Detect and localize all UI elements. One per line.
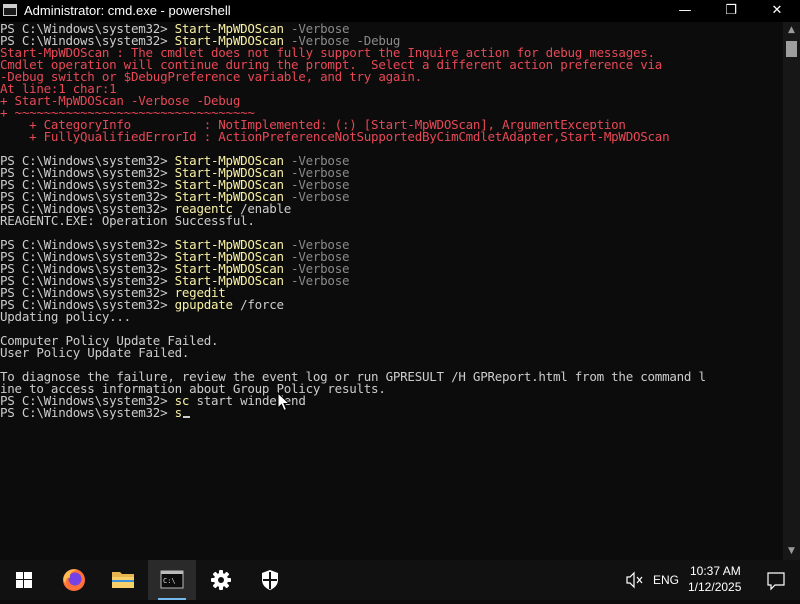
taskbar: C:\ ENG 10:37 AM 1/12/2025 [0, 560, 800, 600]
notification-icon [767, 572, 785, 591]
terminal-text: -Verbose [283, 189, 350, 204]
terminal-text: PS C:\Windows\system32> [0, 405, 175, 420]
terminal-output[interactable]: PS C:\Windows\system32> Start-MpWDOScan … [0, 22, 783, 560]
text-cursor [182, 416, 190, 418]
window-titlebar[interactable]: Administrator: cmd.exe - powershell — ❐ … [0, 0, 800, 22]
taskbar-firefox[interactable] [50, 560, 98, 600]
muted-speaker-icon [626, 571, 643, 589]
terminal-text: + FullyQualifiedErrorId : ActionPreferen… [0, 129, 670, 144]
terminal-text: s [174, 405, 183, 420]
folder-icon [112, 572, 134, 588]
taskbar-file-explorer[interactable] [99, 560, 147, 600]
terminal-text: gpupdate [174, 297, 233, 312]
terminal-text: -Verbose [283, 273, 350, 288]
terminal-text: User Policy Update Failed. [0, 345, 190, 360]
scroll-thumb[interactable] [786, 41, 797, 57]
clock[interactable]: 10:37 AM 1/12/2025 [684, 563, 744, 599]
maximize-button[interactable]: ❐ [708, 0, 754, 22]
svg-text:C:\: C:\ [163, 577, 176, 585]
windows-logo-icon [16, 572, 32, 588]
clock-date: 1/12/2025 [688, 580, 742, 594]
cmd-window-icon [3, 4, 17, 16]
terminal-text: Updating policy... [0, 309, 131, 324]
minimize-button[interactable]: — [662, 0, 708, 22]
scroll-down-arrow-icon[interactable]: ▼ [783, 543, 800, 560]
start-button[interactable] [0, 560, 48, 600]
terminal-line: + FullyQualifiedErrorId : ActionPreferen… [0, 129, 670, 144]
taskbar-settings[interactable] [197, 560, 245, 600]
language-indicator[interactable]: ENG [653, 573, 679, 587]
scroll-up-arrow-icon[interactable]: ▲ [783, 22, 800, 39]
terminal-text: /force [232, 297, 284, 312]
clock-time: 10:37 AM [690, 564, 741, 578]
mouse-pointer-icon [277, 392, 291, 412]
terminal-line: PS C:\Windows\system32> s [0, 405, 190, 420]
vertical-scrollbar[interactable]: ▲ ▼ [783, 22, 800, 560]
terminal-text: REAGENTC.EXE: Operation Successful. [0, 213, 255, 228]
terminal-icon: C:\ [160, 570, 184, 589]
terminal-line: Updating policy... [0, 309, 131, 324]
firefox-icon [63, 569, 85, 591]
terminal-line: REAGENTC.EXE: Operation Successful. [0, 213, 255, 228]
volume-button[interactable] [620, 560, 648, 600]
window-title: Administrator: cmd.exe - powershell [24, 3, 231, 18]
terminal-line: User Policy Update Failed. [0, 345, 190, 360]
gear-icon [211, 570, 231, 590]
taskbar-cmd[interactable]: C:\ [148, 560, 196, 600]
close-button[interactable]: ✕ [754, 0, 800, 22]
taskbar-defender[interactable] [246, 560, 294, 600]
shield-icon [262, 570, 278, 590]
notification-center-button[interactable] [752, 560, 800, 600]
